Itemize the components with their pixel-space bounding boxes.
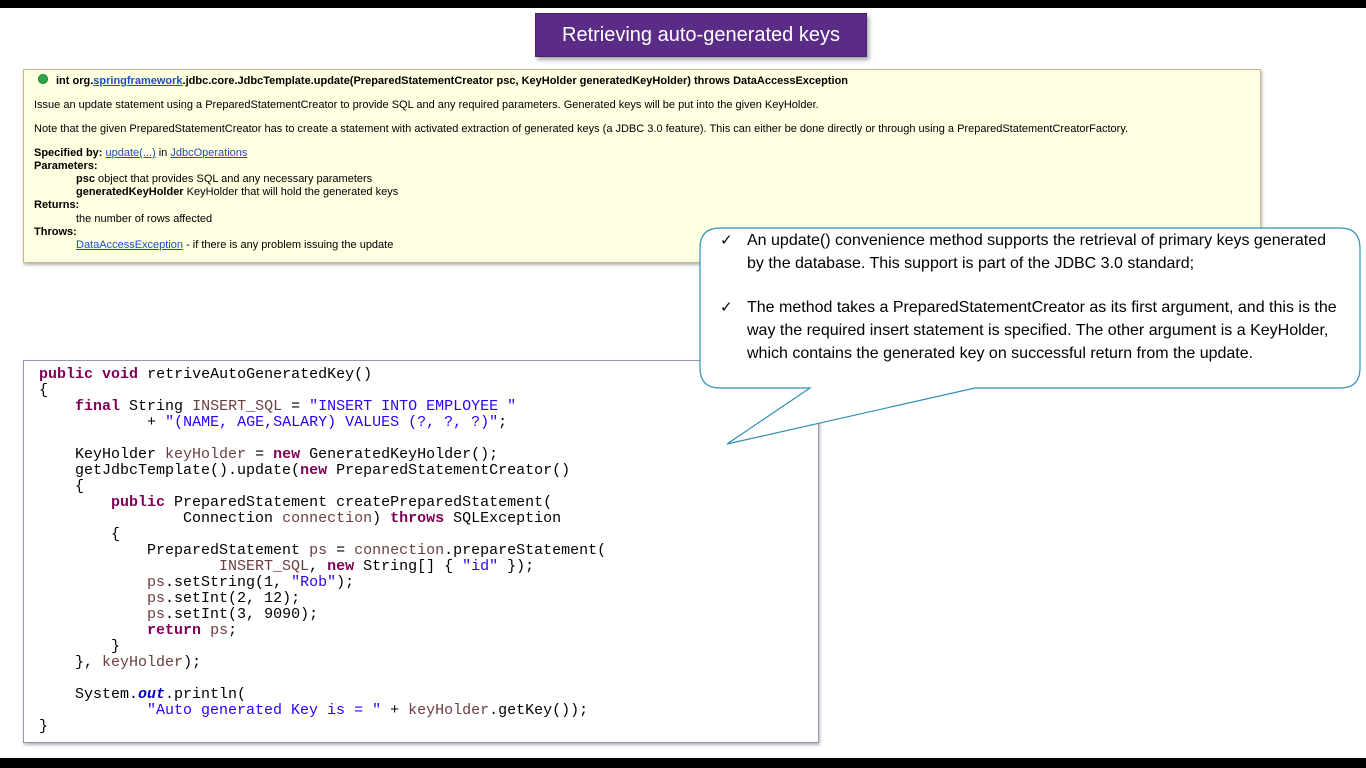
javadoc-note: Note that the given PreparedStatementCre… [34,123,1129,135]
code-line: PreparedStatement ps = connection.prepar… [147,542,607,559]
param-psc: psc object that provides SQL and any nec… [76,173,373,185]
code-line: ps.setInt(3, 9090); [147,606,319,623]
method-signature: int org.springframework.jdbc.core.JdbcTe… [38,74,848,87]
jdbcoperations-link[interactable]: JdbcOperations [170,147,247,159]
javadoc-description: Issue an update statement using a Prepar… [34,99,819,111]
code-line: getJdbcTemplate().update(new PreparedSta… [75,462,571,479]
code-line: final String INSERT_SQL = "INSERT INTO E… [75,398,517,415]
code-snippet: public void retriveAutoGeneratedKey() { … [23,360,819,743]
code-line: } [111,638,121,655]
returns-desc: the number of rows affected [76,213,213,225]
returns-heading: Returns: [34,199,80,211]
springframework-link[interactable]: springframework [93,75,182,87]
dataaccessexception-link[interactable]: DataAccessException [76,239,183,251]
throws-item: DataAccessException - if there is any pr… [76,239,394,251]
code-line: INSERT_SQL, new String[] { "id" }); [219,558,535,575]
code-line: Connection connection) throws SQLExcepti… [183,510,562,527]
code-line: } [39,718,49,735]
callout-text: ✓ An update() convenience method support… [720,229,1340,365]
checkmark-icon: ✓ [720,298,733,316]
code-line: { [75,478,85,495]
code-line: + "(NAME, AGE,SALARY) VALUES (?, ?, ?)"; [147,414,508,431]
slide-title: Retrieving auto-generated keys [535,13,867,57]
update-link[interactable]: update(...) [106,147,156,159]
top-black-bar [0,0,1366,8]
code-line: KeyHolder keyHolder = new GeneratedKeyHo… [75,446,499,463]
callout-bullet: ✓ The method takes a PreparedStatementCr… [720,298,1337,362]
code-line: { [39,382,49,399]
code-line: return ps; [147,622,238,639]
code-line: ps.setInt(2, 12); [147,590,301,607]
code-line: ps.setString(1, "Rob"); [147,574,355,591]
code-line: System.out.println( [75,686,247,703]
callout-bullet: ✓ An update() convenience method support… [720,231,1326,272]
parameters-heading: Parameters: [34,160,98,172]
code-line: }, keyHolder); [75,654,202,671]
code-line: public PreparedStatement createPreparedS… [111,494,553,511]
specified-by: Specified by: update(...) in JdbcOperati… [34,147,248,159]
throws-heading: Throws: [34,226,77,238]
code-line: public void retriveAutoGeneratedKey() [39,366,373,383]
public-method-icon [38,74,48,84]
param-generatedkeyholder: generatedKeyHolder KeyHolder that will h… [76,186,399,198]
bottom-black-bar [0,758,1366,768]
code-line: "Auto generated Key is = " + keyHolder.g… [147,702,589,719]
checkmark-icon: ✓ [720,231,733,249]
code-line: { [111,526,121,543]
